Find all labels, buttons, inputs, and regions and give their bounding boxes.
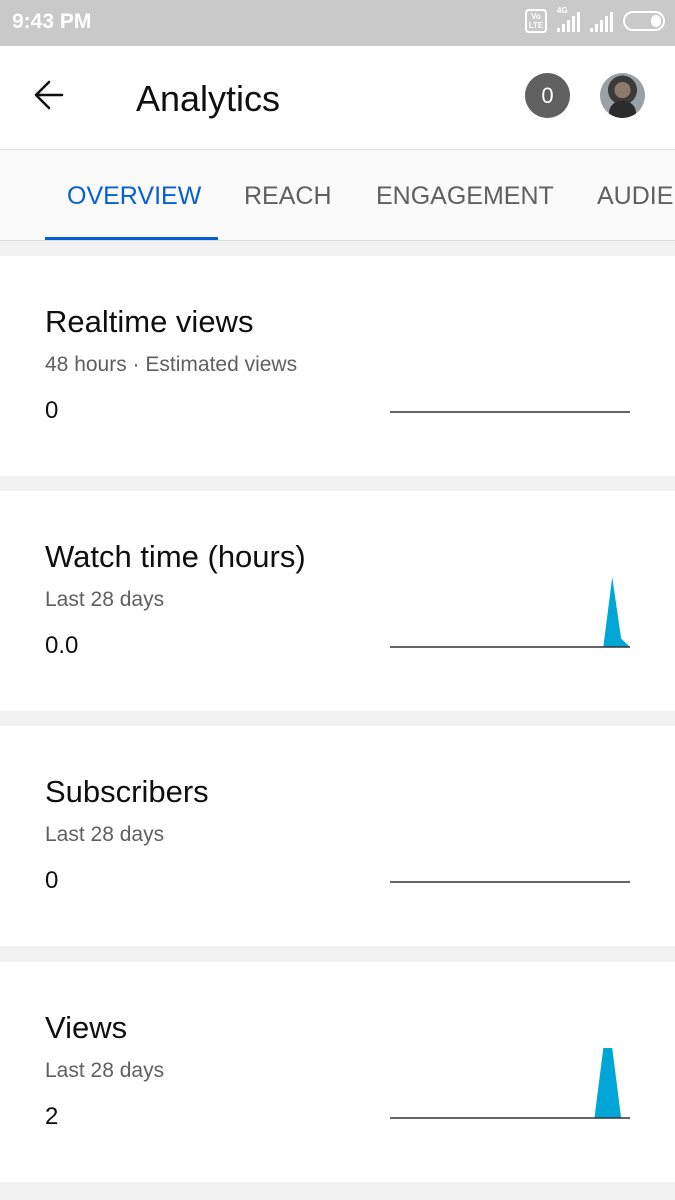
card-subtitle: Last 28 days: [45, 823, 165, 846]
volte-icon: Vo LTE: [525, 9, 547, 33]
app-bar: Analytics 0: [0, 46, 675, 150]
page-title: Analytics: [136, 78, 281, 119]
sparkline-chart: [390, 881, 630, 883]
card-title: Watch time (hours): [45, 539, 306, 574]
battery-icon: [623, 11, 665, 31]
arrow-left-icon: [34, 80, 64, 110]
back-button[interactable]: [24, 74, 80, 118]
card-value: 0: [45, 397, 59, 424]
tab-overview[interactable]: OVERVIEW: [67, 182, 201, 211]
signal-icon: 4G: [557, 6, 580, 32]
tab-engagement[interactable]: ENGAGEMENT: [376, 182, 554, 211]
metric-card-views[interactable]: Views Last 28 days 2: [0, 962, 675, 1182]
card-subtitle: Last 28 days: [45, 1059, 165, 1082]
volte-label-top: Vo: [531, 12, 541, 21]
metric-card-subscribers[interactable]: Subscribers Last 28 days 0: [0, 726, 675, 946]
status-time: 9:43 PM: [12, 10, 92, 33]
card-subtitle: Last 28 days: [45, 588, 165, 611]
network-type: 4G: [557, 6, 568, 15]
active-tab-indicator: [45, 237, 218, 240]
card-value: 0: [45, 867, 59, 894]
card-title: Realtime views: [45, 304, 254, 339]
sparkline-area: [390, 577, 630, 647]
card-title: Views: [45, 1010, 128, 1045]
tab-bar: OVERVIEW REACH ENGAGEMENT AUDIENCE: [0, 150, 675, 241]
tab-audience[interactable]: AUDIENCE: [597, 182, 675, 211]
volte-label-bottom: LTE: [528, 21, 544, 30]
metric-card-realtime-views[interactable]: Realtime views 48 hours · Estimated view…: [0, 256, 675, 476]
sparkline-chart: [390, 411, 630, 413]
card-title: Subscribers: [45, 774, 209, 809]
sparkline-area: [390, 1048, 630, 1118]
tab-reach[interactable]: REACH: [244, 182, 332, 211]
status-bar: 9:43 PM Vo LTE 4G: [0, 0, 675, 46]
avatar[interactable]: [600, 73, 645, 118]
sparkline-chart: [390, 1048, 630, 1119]
sparkline-chart: [390, 577, 630, 648]
card-value: 0.0: [45, 632, 79, 659]
signal-icon: [590, 10, 613, 32]
card-subtitle: 48 hours · Estimated views: [45, 353, 298, 376]
status-icons: Vo LTE 4G: [525, 6, 665, 33]
metric-card-watch-time[interactable]: Watch time (hours) Last 28 days 0.0: [0, 491, 675, 711]
card-value: 2: [45, 1103, 59, 1130]
notification-badge[interactable]: 0: [525, 73, 570, 118]
